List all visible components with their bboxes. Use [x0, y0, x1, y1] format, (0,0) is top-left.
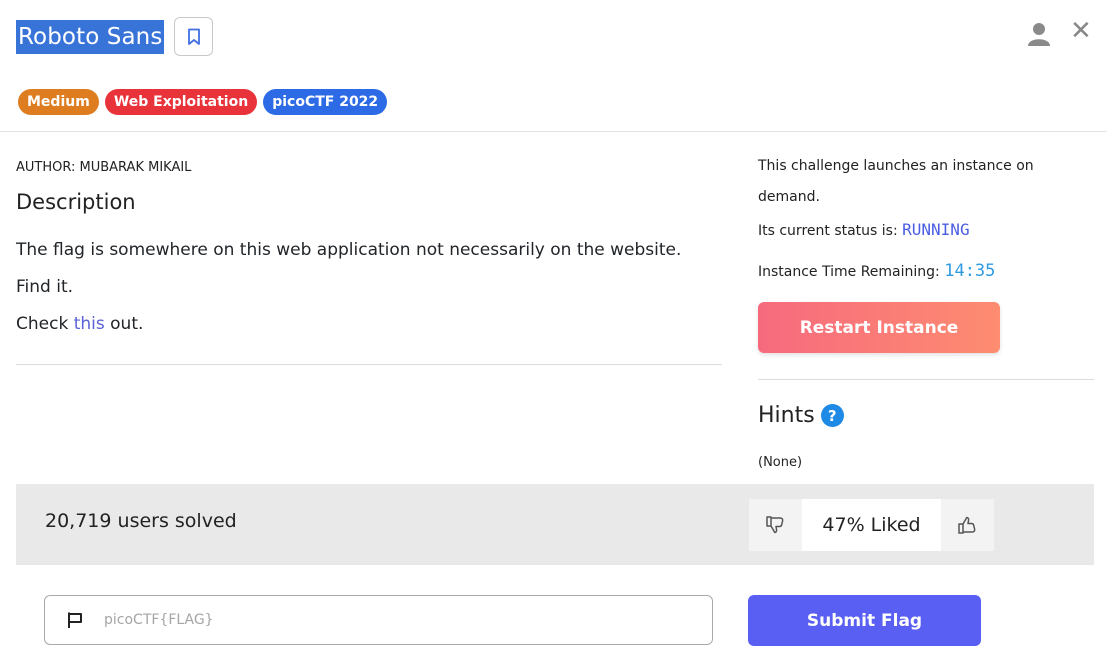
description-line: Find it. [16, 277, 74, 297]
title-row: Roboto Sans [16, 17, 214, 56]
bookmark-button[interactable] [174, 17, 214, 56]
instance-info: This challenge launches an instance on [758, 158, 1034, 174]
bookmark-icon [188, 28, 200, 45]
timer-value: 14:35 [944, 261, 996, 281]
dislike-button[interactable] [749, 499, 802, 551]
instance-timer: Instance Time Remaining: 14:35 [758, 261, 995, 281]
instance-info: demand. [758, 189, 820, 205]
description-heading: Description [16, 190, 136, 214]
description-text: Check [16, 314, 74, 334]
hints-value: (None) [758, 455, 803, 470]
liked-percent: 47% Liked [802, 499, 941, 551]
challenge-title: Roboto Sans [16, 19, 165, 54]
difficulty-tag[interactable]: Medium [18, 89, 99, 115]
restart-instance-button[interactable]: Restart Instance [758, 302, 1000, 353]
author-label: AUTHOR: MUBARAK MIKAIL [16, 160, 192, 175]
flag-icon [68, 612, 82, 628]
divider [16, 364, 722, 365]
solved-count: 20,719 users solved [45, 510, 237, 532]
timer-label: Instance Time Remaining: [758, 264, 945, 280]
stats-bar: 20,719 users solved 47% Liked [16, 484, 1094, 565]
challenge-header: Roboto Sans ✕ Medium Web Exploitation pi… [0, 0, 1107, 132]
help-icon[interactable]: ? [820, 404, 844, 427]
close-icon[interactable]: ✕ [1070, 18, 1092, 44]
status-value: RUNNING [902, 220, 970, 239]
thumbs-down-icon [765, 516, 783, 534]
hints-title: Hints [758, 403, 815, 428]
flag-input[interactable] [104, 612, 664, 628]
description-line: The flag is somewhere on this web applic… [16, 240, 682, 260]
hints-heading: Hints? [758, 403, 844, 428]
description-link-line: Check this out. [16, 314, 143, 334]
tag-list: Medium Web Exploitation picoCTF 2022 [18, 89, 388, 115]
description-text: out. [104, 314, 144, 334]
divider [758, 379, 1094, 380]
like-button[interactable] [941, 499, 994, 551]
flag-field[interactable] [44, 595, 713, 645]
event-tag[interactable]: picoCTF 2022 [263, 89, 388, 115]
like-widget: 47% Liked [749, 499, 994, 551]
instance-status: Its current status is: RUNNING [758, 220, 970, 239]
category-tag[interactable]: Web Exploitation [104, 89, 258, 115]
status-label: Its current status is: [758, 223, 903, 239]
this-link[interactable]: this [74, 314, 105, 334]
thumbs-up-icon [957, 516, 975, 534]
submit-flag-button[interactable]: Submit Flag [748, 595, 981, 646]
user-icon[interactable] [1028, 22, 1050, 46]
